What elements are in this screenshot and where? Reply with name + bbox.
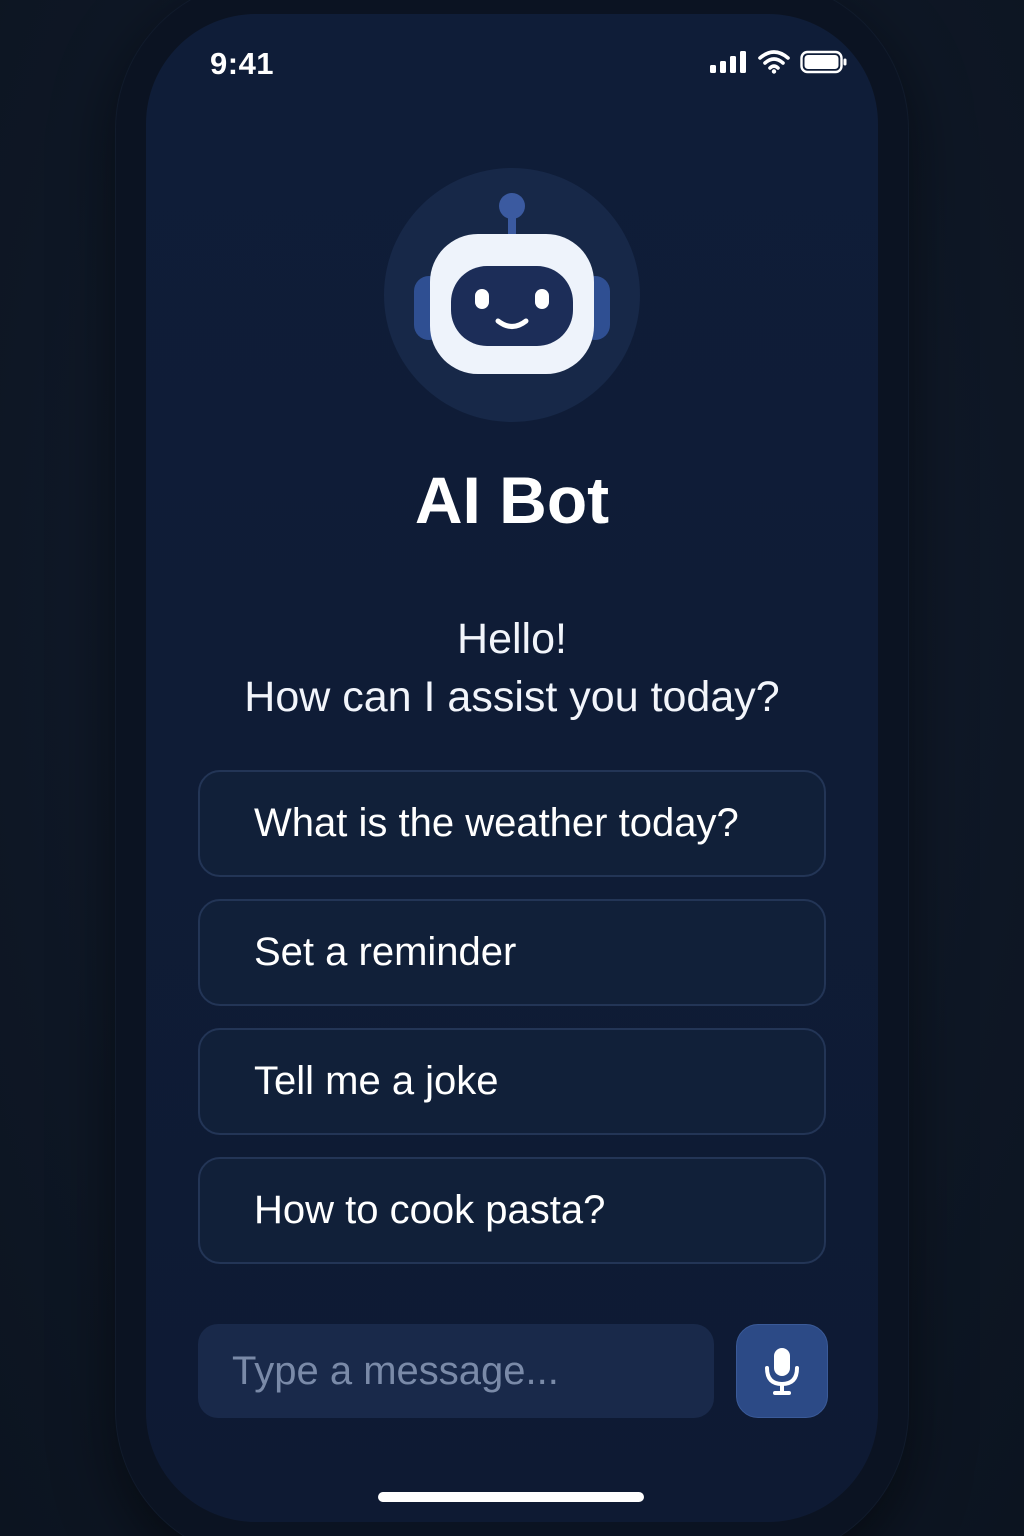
suggestion-reminder-button[interactable]: Set a reminder — [198, 899, 826, 1006]
cellular-signal-icon — [710, 51, 748, 73]
home-indicator[interactable] — [378, 1492, 644, 1502]
app-background: 9:41 AI Bot Hello! How can I assist you … — [0, 0, 1024, 1536]
suggestion-list: What is the weather today? Set a reminde… — [198, 770, 826, 1286]
suggestion-label: Set a reminder — [254, 930, 517, 974]
greeting-line-2: How can I assist you today? — [244, 673, 780, 721]
suggestion-pasta-button[interactable]: How to cook pasta? — [198, 1157, 826, 1264]
microphone-icon — [765, 1348, 799, 1395]
bot-avatar — [384, 168, 640, 422]
greeting-line-1: Hello! — [457, 615, 567, 663]
status-time: 9:41 — [210, 46, 275, 81]
suggestion-label: Tell me a joke — [254, 1059, 499, 1103]
robot-icon — [414, 193, 610, 374]
bot-name: AI Bot — [414, 463, 610, 537]
suggestion-label: How to cook pasta? — [254, 1188, 606, 1232]
message-input[interactable] — [198, 1324, 714, 1418]
greeting-text: Hello! How can I assist you today? — [146, 610, 878, 726]
phone-screen: 9:41 AI Bot Hello! How can I assist you … — [146, 14, 878, 1522]
wifi-icon — [758, 50, 790, 74]
message-composer — [198, 1324, 828, 1418]
suggestion-joke-button[interactable]: Tell me a joke — [198, 1028, 826, 1135]
status-icons — [710, 50, 848, 74]
suggestion-label: What is the weather today? — [254, 801, 739, 845]
microphone-button[interactable] — [736, 1324, 828, 1418]
suggestion-weather-button[interactable]: What is the weather today? — [198, 770, 826, 877]
battery-icon — [800, 50, 848, 74]
